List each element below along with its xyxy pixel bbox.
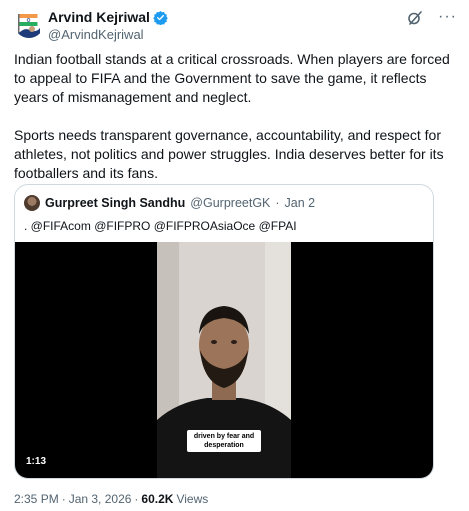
video-duration: 1:13: [26, 456, 47, 467]
views-label: Views: [176, 492, 209, 506]
footer-separator: ·: [134, 492, 139, 506]
footer-separator: ·: [61, 492, 66, 506]
video-player[interactable]: driven by fear and desperation 1:13: [15, 242, 433, 478]
quote-date[interactable]: Jan 2: [285, 196, 316, 210]
author-display-name[interactable]: Arvind Kejriwal: [48, 9, 150, 26]
tweet-footer: 2:35 PM · Jan 3, 2026 · 60.2K Views: [14, 492, 208, 506]
more-icon[interactable]: ···: [438, 9, 457, 25]
quoted-tweet[interactable]: Gurpreet Singh Sandhu @GurpreetGK · Jan …: [14, 184, 434, 479]
views-count[interactable]: 60.2K: [141, 492, 173, 506]
grok-icon[interactable]: [407, 10, 423, 31]
tweet-paragraph: Indian football stands at a critical cro…: [14, 51, 450, 105]
verified-badge-icon: [153, 10, 168, 25]
video-caption: driven by fear and desperation: [187, 430, 261, 452]
quote-avatar[interactable]: [24, 195, 40, 211]
avatar[interactable]: [14, 8, 44, 38]
quote-handle[interactable]: @GurpreetGK: [190, 196, 270, 210]
tweet-text: Indian football stands at a critical cro…: [14, 50, 454, 183]
tweet: Arvind Kejriwal @ArvindKejriwal ··· Indi…: [0, 0, 469, 511]
quote-display-name[interactable]: Gurpreet Singh Sandhu: [45, 196, 185, 210]
tweet-date[interactable]: Jan 3, 2026: [69, 492, 132, 506]
tweet-paragraph: Sports needs transparent governance, acc…: [14, 127, 444, 181]
tweet-time[interactable]: 2:35 PM: [14, 492, 59, 506]
quote-text: . @FIFAcom @FIFPRO @FIFPROAsiaOce @FPAI: [24, 219, 297, 233]
quote-separator: ·: [275, 196, 280, 210]
avatar-flag-icon: [18, 14, 40, 38]
author-handle[interactable]: @ArvindKejriwal: [48, 27, 144, 43]
